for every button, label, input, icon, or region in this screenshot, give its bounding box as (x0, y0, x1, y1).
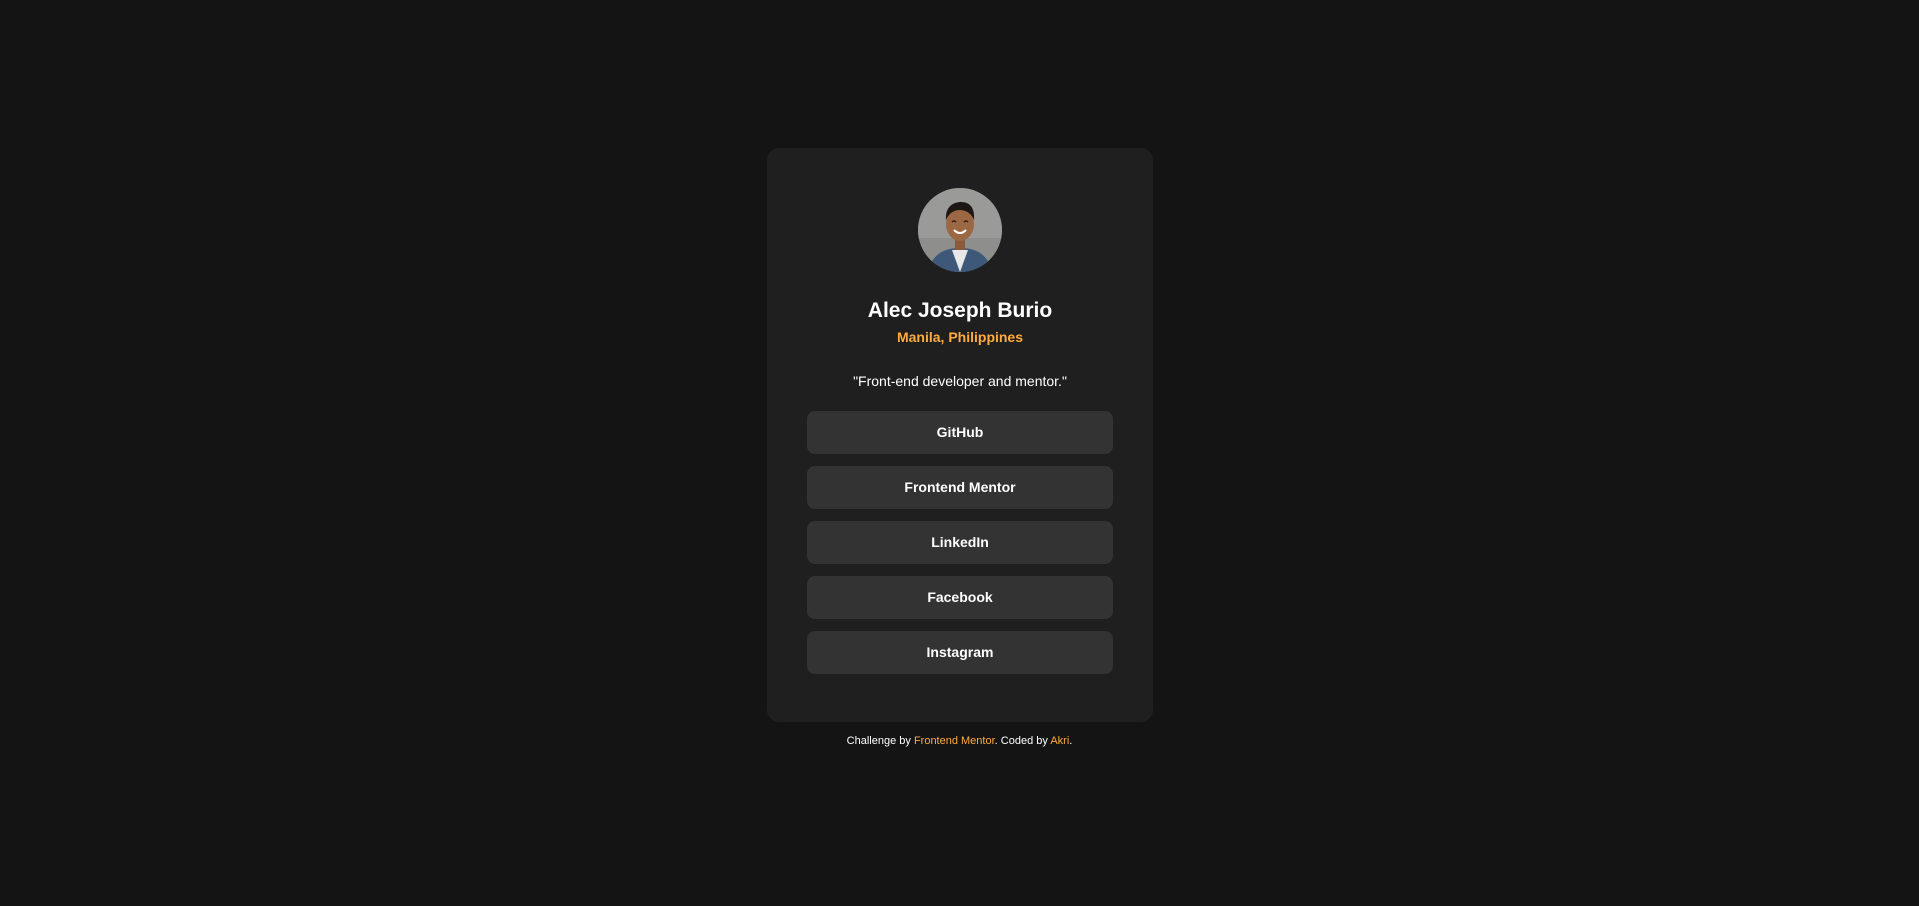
facebook-link-button[interactable]: Facebook (807, 576, 1113, 619)
footer-prefix: Challenge by (846, 735, 914, 747)
attribution-footer: Challenge by Frontend Mentor. Coded by A… (0, 734, 1919, 749)
social-links: GitHub Frontend Mentor LinkedIn Facebook… (807, 411, 1113, 674)
footer-middle: . Coded by (994, 735, 1051, 747)
linkedin-link-button[interactable]: LinkedIn (807, 521, 1113, 564)
footer-suffix: . (1069, 735, 1073, 747)
github-link-button[interactable]: GitHub (807, 411, 1113, 454)
frontend-mentor-link-button[interactable]: Frontend Mentor (807, 466, 1113, 509)
profile-name: Alec Joseph Burio (867, 299, 1053, 322)
profile-bio: "Front-end developer and mentor." (853, 373, 1067, 389)
avatar (918, 188, 1002, 272)
profile-card: Alec Joseph Burio Manila, Philippines "F… (767, 148, 1153, 722)
profile-location: Manila, Philippines (896, 329, 1024, 345)
author-footer-link[interactable]: Akri (1050, 735, 1069, 747)
frontend-mentor-footer-link[interactable]: Frontend Mentor (914, 735, 995, 747)
instagram-link-button[interactable]: Instagram (807, 631, 1113, 674)
avatar-photo-icon (918, 188, 1002, 272)
